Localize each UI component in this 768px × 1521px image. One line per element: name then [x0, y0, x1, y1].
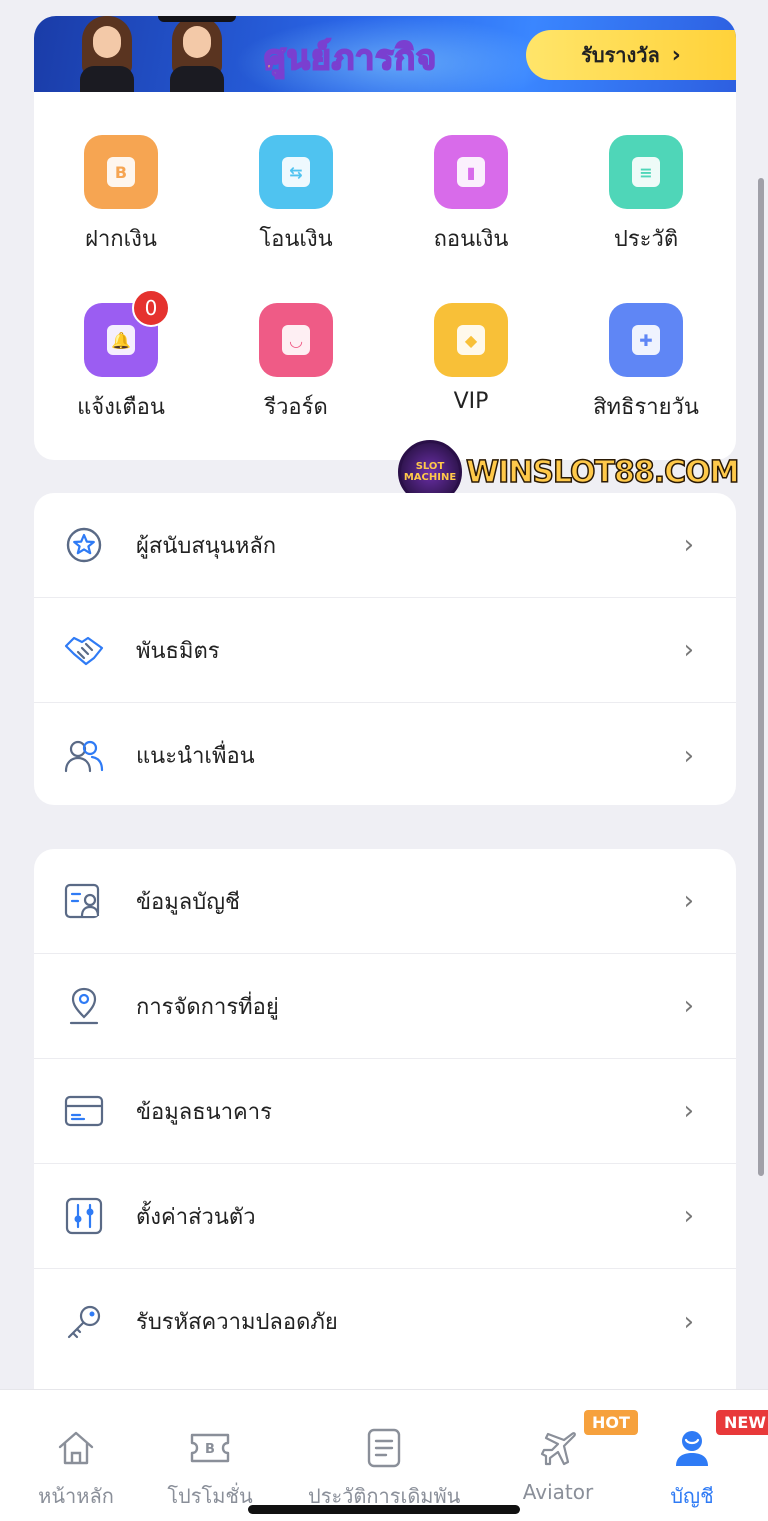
menu-item-label: ข้อมูลบัญชี [136, 889, 240, 915]
transfer-icon: ⇆ [282, 157, 310, 187]
chevron-right-icon: › [683, 1201, 694, 1231]
menu-item-label: ผู้สนับสนุนหลัก [136, 533, 277, 559]
account-card-icon [64, 881, 104, 921]
menu-group-account: ข้อมูลบัญชี › การจัดการที่อยู่ › ข้อมูลธ… [34, 849, 736, 1389]
quick-action-label: ประวัติ [613, 227, 679, 252]
gift-icon: ✚ [632, 325, 660, 355]
menu-item-label: รับรหัสความปลอดภัย [136, 1310, 338, 1335]
document-icon [308, 1426, 460, 1470]
quick-action-rewards[interactable]: ◡ รีวอร์ด [216, 303, 376, 424]
quick-action-label: โอนเงิน [259, 227, 333, 252]
bell-icon: 🔔 [107, 325, 135, 355]
chevron-right-icon: › [683, 1096, 694, 1126]
chevron-right-icon: › [683, 530, 694, 560]
user-icon [660, 1426, 724, 1470]
chevron-right-icon: › [683, 635, 694, 665]
chevron-right-icon: › [683, 886, 694, 916]
tab-label: หน้าหลัก [38, 1484, 114, 1508]
watermark-text: WINSLOT88.COM [465, 454, 740, 491]
tab-promotions[interactable]: B โปรโมชั่น [160, 1426, 260, 1512]
tab-account[interactable]: บัญชี [660, 1426, 724, 1512]
new-badge: NEW [716, 1410, 768, 1435]
key-icon [64, 1302, 104, 1342]
bottom-tab-bar: หน้าหลัก B โปรโมชั่น ประวัติการเดิมพัน A… [0, 1389, 768, 1521]
menu-item-label: ตั้งค่าส่วนตัว [136, 1204, 256, 1230]
ticket-icon: B [160, 1426, 260, 1470]
menu-item-address-management[interactable]: การจัดการที่อยู่ › [34, 954, 736, 1059]
banner-title: ศูนย์ภารกิจ [263, 37, 438, 79]
menu-item-main-sponsor[interactable]: ผู้สนับสนุนหลัก › [34, 493, 736, 598]
menu-item-partners[interactable]: พันธมิตร › [34, 598, 736, 703]
quick-action-notifications[interactable]: 🔔 0 แจ้งเตือน [41, 289, 201, 424]
menu-item-personal-settings[interactable]: ตั้งค่าส่วนตัว › [34, 1164, 736, 1269]
quick-action-label: VIP [453, 389, 489, 414]
menu-item-refer-friends[interactable]: แนะนำเพื่อน › [34, 703, 736, 808]
svg-text:B: B [205, 1442, 215, 1457]
quick-action-withdraw[interactable]: ▮ ถอนเงิน [391, 135, 551, 256]
quick-action-label: รีวอร์ด [264, 395, 328, 420]
notification-count-badge: 0 [132, 289, 170, 327]
location-pin-icon [64, 986, 104, 1026]
mission-center-banner[interactable]: ศูนย์ภารกิจ รับรางวัล › [34, 16, 736, 94]
tab-label: บัญชี [670, 1484, 714, 1508]
chevron-right-icon: › [671, 42, 681, 68]
quick-action-label: ถอนเงิน [433, 227, 509, 252]
withdraw-icon: ▮ [457, 157, 485, 187]
receipt-icon: ≡ [632, 157, 660, 187]
star-badge-icon [64, 525, 104, 565]
shopping-bag-icon: ◡ [282, 325, 310, 355]
banner-character-2 [158, 16, 236, 94]
page-scrollbar[interactable] [758, 178, 764, 1176]
chevron-right-icon: › [683, 1306, 694, 1337]
menu-item-label: แนะนำเพื่อน [136, 744, 255, 769]
money-bag-icon: B [107, 157, 135, 187]
chevron-right-icon: › [683, 740, 694, 771]
tab-aviator[interactable]: Aviator [518, 1426, 598, 1504]
diamond-icon: ◆ [457, 325, 485, 355]
quick-action-deposit[interactable]: B ฝากเงิน [41, 135, 201, 256]
users-icon [64, 736, 104, 776]
hot-badge: HOT [584, 1410, 638, 1435]
menu-group-partners: ผู้สนับสนุนหลัก › พันธมิตร › แนะนำเพื่อน… [34, 493, 736, 805]
handshake-icon [64, 630, 104, 670]
quick-action-vip[interactable]: ◆ VIP [391, 303, 551, 414]
chevron-right-icon: › [683, 991, 694, 1021]
claim-reward-button[interactable]: รับรางวัล › [526, 30, 736, 80]
tab-label: Aviator [522, 1480, 594, 1504]
bank-card-icon [64, 1091, 104, 1131]
tab-bet-history[interactable]: ประวัติการเดิมพัน [308, 1426, 460, 1512]
menu-item-bank-info[interactable]: ข้อมูลธนาคาร › [34, 1059, 736, 1164]
home-indicator[interactable] [248, 1505, 520, 1514]
menu-item-label: การจัดการที่อยู่ [136, 994, 279, 1020]
quick-action-history[interactable]: ≡ ประวัติ [566, 135, 726, 256]
home-icon [32, 1426, 120, 1470]
quick-actions-card: B ฝากเงิน ⇆ โอนเงิน ▮ ถอนเงิน ≡ ประวัติ … [34, 92, 736, 460]
tab-label: โปรโมชั่น [167, 1484, 253, 1508]
quick-action-label: สิทธิรายวัน [593, 395, 699, 420]
banner-character-1 [74, 16, 140, 94]
quick-action-label: แจ้งเตือน [77, 395, 165, 420]
quick-action-transfer[interactable]: ⇆ โอนเงิน [216, 135, 376, 256]
menu-item-label: ข้อมูลธนาคาร [136, 1099, 272, 1125]
settings-sliders-icon [64, 1196, 104, 1236]
quick-action-label: ฝากเงิน [85, 227, 157, 252]
tab-home[interactable]: หน้าหลัก [32, 1426, 120, 1512]
menu-item-security-code[interactable]: รับรหัสความปลอดภัย › [34, 1269, 736, 1374]
quick-action-daily-privileges[interactable]: ✚ สิทธิรายวัน [566, 303, 726, 424]
menu-item-account-info[interactable]: ข้อมูลบัญชี › [34, 849, 736, 954]
menu-item-label: พันธมิตร [136, 638, 220, 664]
claim-reward-label: รับรางวัล [581, 43, 660, 67]
